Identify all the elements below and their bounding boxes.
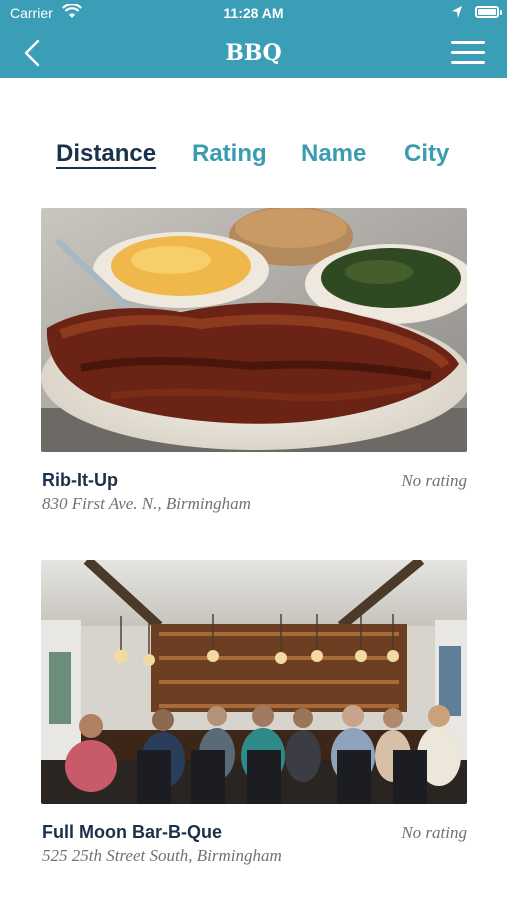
battery-icon: [475, 6, 499, 18]
restaurant-name[interactable]: Full Moon Bar-B-Que: [42, 822, 222, 843]
tab-city[interactable]: City: [404, 140, 449, 168]
hamburger-menu-icon[interactable]: [451, 40, 485, 66]
status-time: 11:28 AM: [223, 5, 284, 21]
tab-distance[interactable]: Distance: [56, 140, 156, 168]
sort-tabs: Distance Rating Name City: [0, 140, 507, 180]
restaurant-name[interactable]: Rib-It-Up: [42, 470, 118, 491]
location-arrow-icon: [451, 5, 463, 22]
battery-tip: [500, 10, 502, 15]
restaurant-address: 525 25th Street South, Birmingham: [42, 846, 282, 865]
restaurant-rating: No rating: [401, 823, 467, 842]
tab-rating[interactable]: Rating: [192, 140, 267, 168]
restaurant-photo[interactable]: [41, 560, 467, 804]
tab-name[interactable]: Name: [301, 140, 366, 168]
page-title: BBQ: [225, 40, 282, 66]
status-bar: Carrier 11:28 AM: [0, 0, 507, 28]
restaurant-photo[interactable]: [41, 208, 467, 452]
nav-bar: BBQ: [0, 28, 507, 78]
restaurant-address: 830 First Ave. N., Birmingham: [42, 494, 251, 513]
restaurant-rating: No rating: [401, 471, 467, 490]
